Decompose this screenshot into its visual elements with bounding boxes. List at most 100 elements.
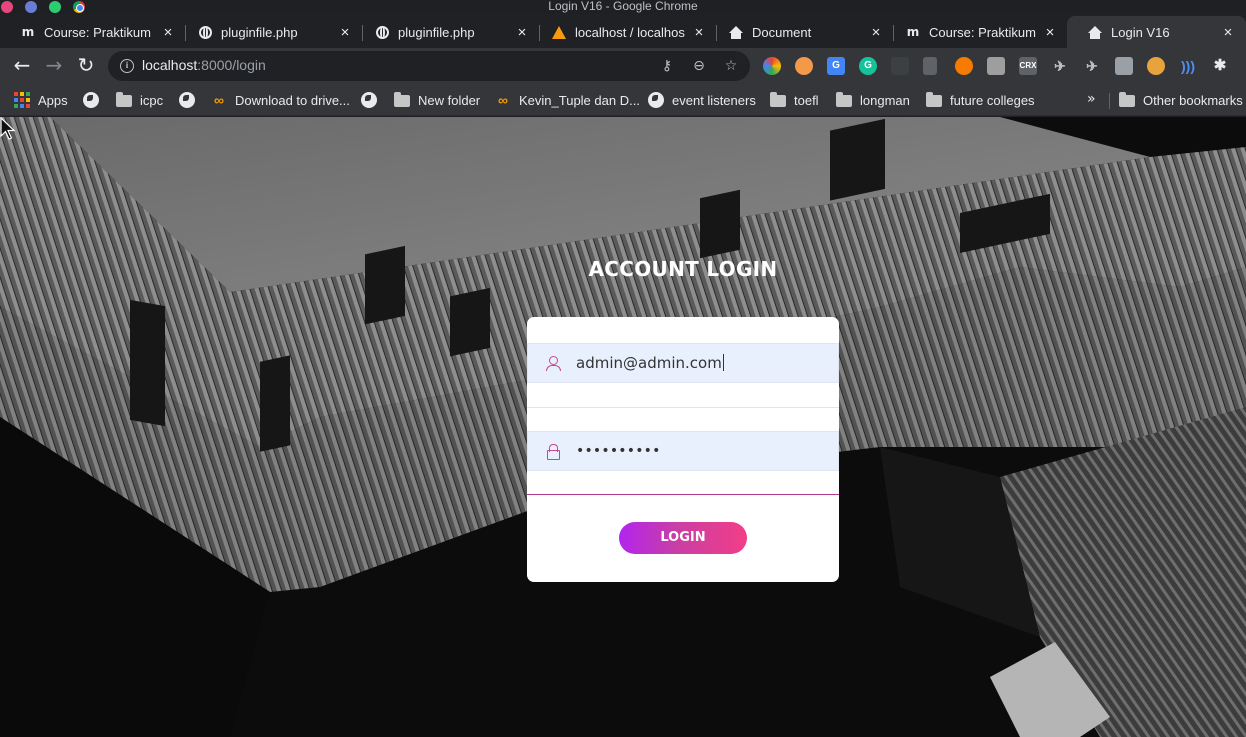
tab-document[interactable]: Document × <box>708 16 894 48</box>
login-form-card: admin@admin.com •••••••••• LOGIN <box>527 317 839 582</box>
bookmark-label: Apps <box>38 92 68 108</box>
password-value: •••••••••• <box>576 443 661 459</box>
close-tab-icon[interactable]: × <box>514 24 530 41</box>
home-icon <box>728 24 744 40</box>
bookmark-label: Download to drive... <box>235 92 350 108</box>
password-underline <box>527 494 839 495</box>
tab-pluginfile-2[interactable]: pluginfile.php × <box>354 16 540 48</box>
crx-extension-icon[interactable]: CRX <box>1019 57 1037 75</box>
bookmark-apps[interactable]: Apps <box>14 91 68 109</box>
extension-icon[interactable] <box>891 57 909 75</box>
tab-course-1[interactable]: m Course: Praktikum P × <box>0 16 186 48</box>
globe-icon <box>648 92 664 108</box>
plane-extension-icon[interactable]: ✈ <box>1051 57 1069 75</box>
username-underline <box>527 407 839 408</box>
extension-icon[interactable] <box>923 57 937 75</box>
username-value: admin@admin.com <box>576 354 724 372</box>
tab-course-2[interactable]: m Course: Praktikum P × <box>885 16 1068 48</box>
grammarly-extension-icon[interactable]: G <box>859 57 877 75</box>
bookmark-label: event listeners <box>672 92 756 108</box>
bookmark-other-bookmarks[interactable]: Other bookmarks <box>1119 91 1243 109</box>
image-extension-icon[interactable] <box>987 57 1005 75</box>
bookmark-globe-2[interactable] <box>179 91 203 109</box>
back-arrow-icon[interactable]: ← <box>10 54 34 78</box>
infinity-icon: ∞ <box>214 92 224 108</box>
bookmark-event-listeners[interactable]: event listeners <box>648 91 756 109</box>
bookmarks-separator <box>1109 93 1110 109</box>
moodle-icon: m <box>21 25 35 39</box>
title-bar: Login V16 - Google Chrome <box>0 0 1246 14</box>
folder-icon <box>116 92 132 107</box>
bookmark-download-to-drive[interactable]: ∞ Download to drive... <box>211 91 350 109</box>
page-title: ACCOUNT LOGIN <box>588 257 778 281</box>
bookmark-label: longman <box>860 92 910 108</box>
phpmyadmin-icon <box>551 24 567 40</box>
puzzle-extensions-icon[interactable]: ✱ <box>1211 57 1229 75</box>
close-tab-icon[interactable]: × <box>337 24 353 41</box>
user-icon <box>546 356 561 371</box>
address-bar[interactable]: i localhost:8000/login ⚷ ⊖ ☆ <box>108 51 750 81</box>
bookmark-label: New folder <box>418 92 481 108</box>
extension-icon[interactable] <box>955 57 973 75</box>
text-caret <box>722 354 724 371</box>
close-tab-icon[interactable]: × <box>691 24 707 41</box>
bookmark-folder-icpc[interactable]: icpc <box>116 91 163 109</box>
site-info-icon[interactable]: i <box>120 59 134 73</box>
window-title: Login V16 - Google Chrome <box>548 0 698 13</box>
close-tab-icon[interactable]: × <box>868 24 884 41</box>
home-icon <box>1087 24 1103 40</box>
bookmarks-bar: Apps icpc ∞ Download to drive... New fol… <box>0 84 1246 116</box>
username-field[interactable]: admin@admin.com <box>527 343 839 383</box>
key-icon[interactable]: ⚷ <box>658 57 676 75</box>
close-tab-icon[interactable]: × <box>1220 24 1236 41</box>
url-text[interactable]: localhost:8000/login <box>142 57 266 73</box>
wifi-extension-icon[interactable]: ))) <box>1179 57 1197 75</box>
camera-extension-icon[interactable] <box>1115 57 1133 75</box>
tab-label: localhost / localhost <box>575 24 685 40</box>
color-picker-extension-icon[interactable] <box>763 57 781 75</box>
bookmarks-overflow-button[interactable]: » <box>1087 91 1096 107</box>
tab-label: Document <box>752 24 812 40</box>
zoom-icon[interactable]: ⊖ <box>690 57 708 75</box>
tab-label: pluginfile.php <box>221 24 298 40</box>
page-content: ACCOUNT LOGIN admin@admin.com ••••••••••… <box>0 117 1246 737</box>
bookmark-label: future colleges <box>950 92 1035 108</box>
bookmark-folder-toefl[interactable]: toefl <box>770 91 819 109</box>
google-translate-extension-icon[interactable]: G <box>827 57 845 75</box>
bookmark-folder-longman[interactable]: longman <box>836 91 910 109</box>
mouse-cursor-icon <box>0 117 16 140</box>
folder-icon <box>926 92 942 107</box>
tab-strip: m Course: Praktikum P × pluginfile.php ×… <box>0 14 1246 48</box>
folder-icon <box>394 92 410 107</box>
folder-icon <box>770 92 786 107</box>
reload-icon[interactable]: ↻ <box>74 54 98 78</box>
bookmark-globe-1[interactable] <box>83 91 107 109</box>
bookmark-folder-new-folder[interactable]: New folder <box>394 91 480 109</box>
globe-icon <box>179 92 195 108</box>
tab-label: pluginfile.php <box>398 24 475 40</box>
bookmark-globe-3[interactable] <box>361 91 385 109</box>
owl-extension-icon[interactable] <box>795 57 813 75</box>
bookmark-kevin-tuple[interactable]: ∞ Kevin_Tuple dan D... <box>495 91 640 109</box>
close-tab-icon[interactable]: × <box>160 24 176 41</box>
globe-icon <box>83 92 99 108</box>
globe-icon <box>361 92 377 108</box>
bookmark-star-icon[interactable]: ☆ <box>722 57 740 75</box>
lock-icon <box>546 444 560 460</box>
tab-pluginfile-1[interactable]: pluginfile.php × <box>177 16 363 48</box>
forward-arrow-icon[interactable]: → <box>42 54 66 78</box>
globe-icon <box>197 24 213 40</box>
tab-phpmyadmin[interactable]: localhost / localhost × <box>531 16 717 48</box>
cookie-extension-icon[interactable] <box>1147 57 1165 75</box>
apps-grid-icon <box>14 92 30 108</box>
tab-login-active[interactable]: Login V16 × <box>1067 16 1246 48</box>
bookmark-folder-future-colleges[interactable]: future colleges <box>926 91 1035 109</box>
login-button[interactable]: LOGIN <box>619 522 747 554</box>
moodle-icon: m <box>906 25 920 39</box>
globe-icon <box>374 24 390 40</box>
plane-extension-icon[interactable]: ✈ <box>1083 57 1101 75</box>
folder-icon <box>836 92 852 107</box>
password-field[interactable]: •••••••••• <box>527 431 839 471</box>
browser-toolbar: ← → ↻ i localhost:8000/login ⚷ ⊖ ☆ G G C… <box>0 48 1246 84</box>
close-tab-icon[interactable]: × <box>1042 24 1058 41</box>
